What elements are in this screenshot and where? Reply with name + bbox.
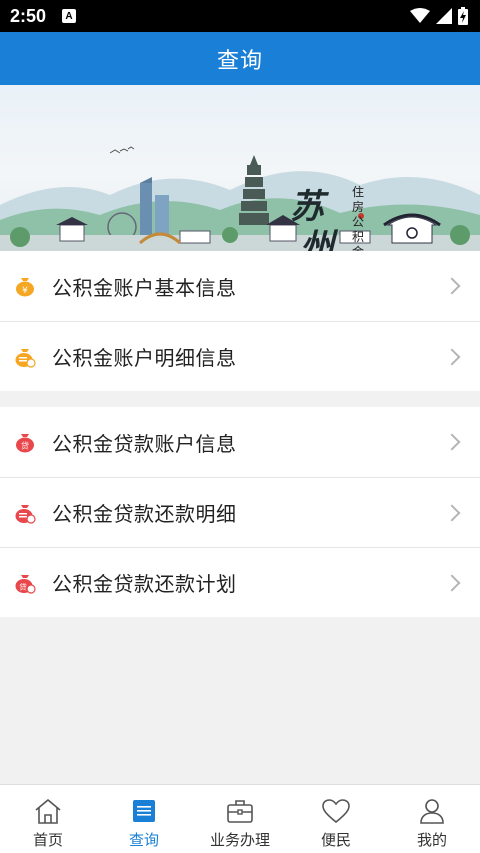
suzhou-banner-image: 苏 州 住房公积金管理中心 bbox=[0, 85, 480, 251]
title-bar: 查询 bbox=[0, 32, 480, 85]
nav-item-home[interactable]: 首页 bbox=[0, 785, 96, 853]
chevron-right-icon bbox=[443, 277, 461, 295]
bottom-nav: 首页 查询 业务办理 便民 我的 bbox=[0, 784, 480, 853]
list-item-account-basic-info[interactable]: ¥ 公积金账户基本信息 bbox=[0, 251, 480, 321]
nav-label: 业务办理 bbox=[209, 831, 270, 849]
nav-item-business[interactable]: 业务办理 bbox=[192, 785, 288, 853]
loan-repay-detail-icon bbox=[14, 502, 36, 524]
loan-badge-text: 贷 bbox=[19, 581, 27, 591]
money-bag-detail-icon bbox=[14, 346, 36, 368]
item-label: 公积金贷款还款明细 bbox=[52, 502, 237, 526]
banner-scenery bbox=[0, 146, 480, 251]
loan-badge-text: 贷 bbox=[21, 441, 29, 451]
user-icon bbox=[417, 796, 447, 826]
account-info-group: ¥ 公积金账户基本信息 公积金账户明细信息 bbox=[0, 251, 480, 391]
banner-city-title: 苏 州 bbox=[290, 187, 336, 251]
page-title: 查询 bbox=[216, 48, 263, 74]
chevron-right-icon bbox=[443, 574, 461, 591]
query-list-icon bbox=[129, 796, 159, 826]
loan-repay-plan-icon: 贷 bbox=[14, 572, 36, 594]
nav-label: 便民 bbox=[320, 831, 351, 849]
nav-item-convenience[interactable]: 便民 bbox=[288, 785, 384, 853]
nav-label: 首页 bbox=[32, 831, 63, 849]
loan-bag-icon: 贷 bbox=[14, 431, 36, 453]
list-item-loan-repay-plan[interactable]: 贷 公积金贷款还款计划 bbox=[0, 547, 480, 617]
banner-city-char-2: 州 bbox=[300, 227, 336, 251]
item-label: 公积金账户基本信息 bbox=[52, 275, 237, 300]
home-icon bbox=[33, 796, 63, 826]
nav-label: 我的 bbox=[416, 831, 447, 849]
item-label: 公积金贷款账户信息 bbox=[52, 431, 237, 456]
wifi-icon bbox=[410, 8, 430, 23]
status-right bbox=[410, 7, 468, 25]
notification-a-icon: A bbox=[62, 9, 77, 23]
item-label: 公积金账户明细信息 bbox=[52, 346, 237, 370]
chevron-right-icon bbox=[443, 433, 461, 451]
loan-info-group: 贷 公积金贷款账户信息 公积金贷款还款明细 贷 公积金贷款还款计划 bbox=[0, 407, 480, 617]
status-time: 2:50 bbox=[10, 5, 47, 26]
banner-subtitle: 住房公积金管理中心 bbox=[352, 185, 365, 251]
chevron-right-icon bbox=[443, 348, 461, 365]
item-label: 公积金贷款还款计划 bbox=[52, 572, 237, 596]
heart-icon bbox=[321, 796, 351, 826]
money-bag-yuan-icon: ¥ bbox=[14, 275, 36, 297]
battery-icon bbox=[458, 7, 468, 25]
status-bar: 2:50 A bbox=[0, 0, 480, 32]
nav-label: 查询 bbox=[128, 831, 159, 849]
chevron-right-icon bbox=[443, 504, 461, 521]
nav-item-query[interactable]: 查询 bbox=[96, 785, 192, 853]
list-item-account-detail-info[interactable]: 公积金账户明细信息 bbox=[0, 321, 480, 391]
signal-icon bbox=[436, 8, 452, 24]
list-item-loan-repay-detail[interactable]: 公积金贷款还款明细 bbox=[0, 477, 480, 547]
briefcase-icon bbox=[225, 796, 255, 826]
banner-city-char-1: 苏 bbox=[290, 187, 326, 227]
nav-item-mine[interactable]: 我的 bbox=[384, 785, 480, 853]
list-item-loan-account-info[interactable]: 贷 公积金贷款账户信息 bbox=[0, 407, 480, 477]
svg-text:¥: ¥ bbox=[22, 286, 28, 296]
